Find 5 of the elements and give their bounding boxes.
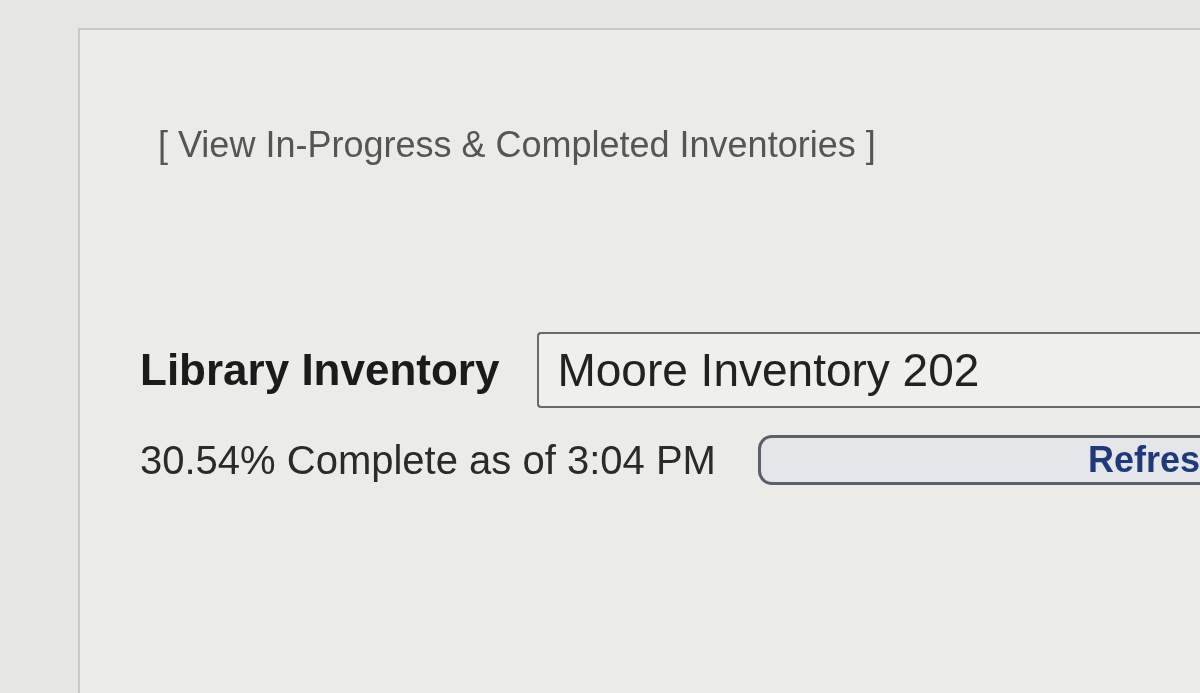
refresh-button[interactable]: Refres xyxy=(757,435,1200,485)
inventories-link[interactable]: [ View In-Progress & Completed Inventories ] xyxy=(158,124,876,165)
completion-status: 30.54% Complete as of 3:04 PM xyxy=(140,437,716,484)
inventory-label: Library Inventory xyxy=(140,344,500,396)
inventory-select[interactable]: Moore Inventory 202 xyxy=(537,332,1200,408)
